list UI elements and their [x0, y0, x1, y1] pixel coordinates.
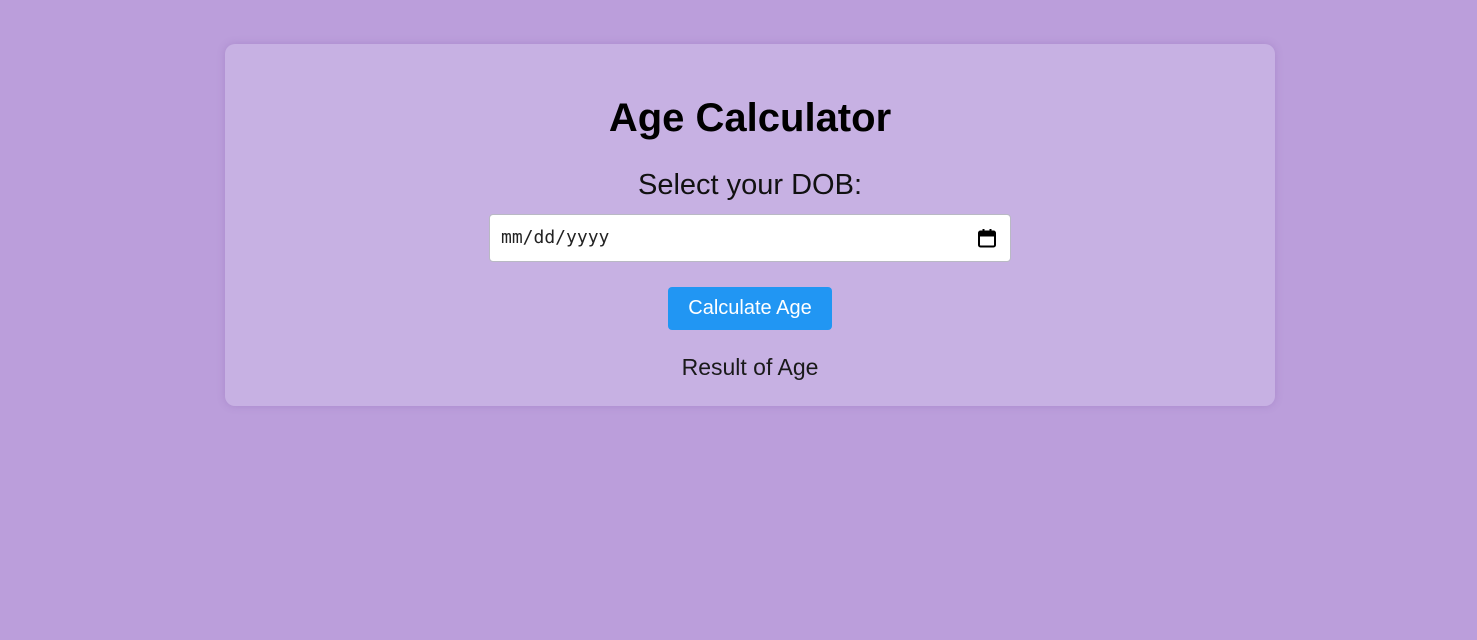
dob-label: Select your DOB:: [637, 169, 863, 201]
date-placeholder: mm/dd/yyyy: [501, 227, 610, 248]
age-result-text: Result of Age: [681, 354, 819, 380]
calendar-icon-graphic: [978, 229, 996, 248]
calculate-age-button[interactable]: Calculate Age: [668, 287, 832, 330]
dob-date-input[interactable]: mm/dd/yyyy: [489, 214, 1011, 262]
page-title: Age Calculator: [608, 96, 892, 140]
age-calculator-card: Age Calculator Select your DOB: mm/dd/yy…: [225, 44, 1275, 406]
calendar-icon[interactable]: [977, 228, 997, 248]
